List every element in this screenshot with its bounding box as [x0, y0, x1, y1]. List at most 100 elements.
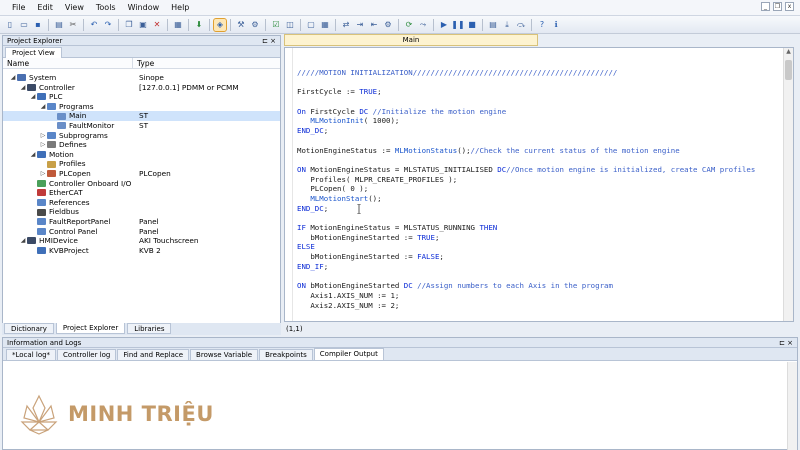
info-icon[interactable]: ℹ	[550, 19, 562, 31]
menu-file[interactable]: File	[6, 3, 31, 12]
login-icon[interactable]: ⇥	[354, 19, 366, 31]
tab-project-view[interactable]: Project View	[5, 47, 62, 58]
frame-icon[interactable]: ▤	[487, 19, 499, 31]
paste-icon[interactable]: ▣	[137, 19, 149, 31]
tree-item[interactable]: Controller Onboard I/O	[3, 179, 280, 189]
delete-icon[interactable]: ✕	[151, 19, 163, 31]
save-icon[interactable]: ▪	[32, 19, 44, 31]
play-icon[interactable]: ▶	[438, 19, 450, 31]
tree-item[interactable]: References	[3, 198, 280, 208]
logout-icon[interactable]: ⇤	[368, 19, 380, 31]
tree-item[interactable]: ◢ Controller [127.0.0.1] PDMM or PCMM	[3, 83, 280, 93]
copy-icon[interactable]: ❐	[123, 19, 135, 31]
scroll-up-icon[interactable]: ▲	[784, 48, 793, 58]
panel-pin-close[interactable]: ⊏ ×	[262, 36, 276, 46]
left-tab[interactable]: Libraries	[127, 323, 172, 334]
menu-edit[interactable]: Edit	[31, 3, 59, 12]
tree-item[interactable]: Fieldbus	[3, 207, 280, 217]
tree-item[interactable]: Control Panel Panel	[3, 227, 280, 237]
tree-item[interactable]: ◢ System Sinope	[3, 73, 280, 83]
run-icon[interactable]: ⟳	[403, 19, 415, 31]
tree-item[interactable]: ◢ HMIDevice AKI Touchscreen	[3, 236, 280, 246]
stop-icon[interactable]: ■	[466, 19, 478, 31]
monitor-icon[interactable]: ▢	[305, 19, 317, 31]
menu-view[interactable]: View	[59, 3, 90, 12]
menu-help[interactable]: Help	[165, 3, 195, 12]
menu-window[interactable]: Window	[122, 3, 166, 12]
tree-item-label: Defines	[59, 140, 87, 150]
restore-icon[interactable]: ❐	[773, 2, 782, 11]
info-tab[interactable]: *Local log*	[6, 349, 57, 360]
tree-expander-icon[interactable]: ▷	[39, 169, 47, 179]
tree-expander-icon[interactable]: ▷	[39, 131, 47, 141]
tree-item[interactable]: EtherCAT	[3, 188, 280, 198]
close-icon[interactable]: x	[785, 2, 794, 11]
print-icon[interactable]: ▤	[53, 19, 65, 31]
info-panel-pin-close[interactable]: ⊏ ×	[779, 338, 793, 348]
connect-icon[interactable]: ⇄	[340, 19, 352, 31]
column-type[interactable]: Type	[133, 58, 154, 68]
tree-expander-icon[interactable]: ◢	[19, 236, 27, 246]
config-icon[interactable]: ⚙	[249, 19, 261, 31]
tree-item[interactable]: Profiles	[3, 159, 280, 169]
build-icon[interactable]: ▦	[172, 19, 184, 31]
undo-icon[interactable]: ↶	[88, 19, 100, 31]
split-icon[interactable]: ◫	[284, 19, 296, 31]
column-name[interactable]: Name	[3, 58, 133, 68]
new-icon[interactable]: ▯	[4, 19, 16, 31]
tree-expander-icon[interactable]: ◢	[9, 73, 17, 83]
tree-item-type: [127.0.0.1] PDMM or PCMM	[139, 82, 239, 92]
info-panel-scrollbar[interactable]	[787, 362, 797, 450]
info-tab[interactable]: Browse Variable	[190, 349, 259, 360]
check-icon[interactable]: ☑	[270, 19, 282, 31]
tree-expander-icon[interactable]: ◢	[19, 83, 27, 93]
tree-expander-icon[interactable]: ◢	[39, 102, 47, 112]
tree-item[interactable]: ◢ Motion	[3, 150, 280, 160]
settings-icon[interactable]: ⚙	[382, 19, 394, 31]
help-icon[interactable]: ?	[536, 19, 548, 31]
lotus-logo-icon	[20, 394, 58, 435]
download-icon[interactable]: ⬇	[193, 19, 205, 31]
step-over-icon[interactable]: ⤼	[515, 19, 527, 31]
tree-expander-icon[interactable]: ◢	[29, 92, 37, 102]
tree-item[interactable]: ◢ Programs	[3, 102, 280, 112]
info-tab[interactable]: Breakpoints	[259, 349, 313, 360]
pause-icon[interactable]: ❚❚	[451, 19, 464, 31]
tree-item[interactable]: ▷ PLCopen PLCopen	[3, 169, 280, 179]
tree-expander-icon[interactable]: ▷	[39, 140, 47, 150]
info-tab[interactable]: Compiler Output	[313, 348, 384, 360]
tree-item[interactable]: FaultReportPanel Panel	[3, 217, 280, 227]
tree-item-type: PLCopen	[139, 168, 171, 178]
info-tab[interactable]: Find and Replace	[117, 349, 190, 360]
code-editor[interactable]: /////MOTION INITIALIZATION//////////////…	[284, 47, 794, 322]
tree-item[interactable]: KVBProject KVB 2	[3, 246, 280, 256]
tree-expander-icon[interactable]: ◢	[29, 150, 37, 160]
debug-icon[interactable]: ◈	[213, 17, 227, 32]
tree-item[interactable]: ◢ PLC	[3, 92, 280, 102]
code-lines: /////MOTION INITIALIZATION//////////////…	[297, 68, 755, 310]
redo-icon[interactable]: ↷	[102, 19, 114, 31]
code-token: bMotionEngineStarted :=	[297, 232, 418, 242]
open-icon[interactable]: ▭	[18, 19, 30, 31]
scroll-thumb[interactable]	[785, 60, 792, 80]
editor-vertical-scrollbar[interactable]: ▲	[783, 48, 793, 321]
left-tab[interactable]: Project Explorer	[55, 323, 126, 334]
tools-icon[interactable]: ⚒	[235, 19, 247, 31]
cut-icon[interactable]: ✂	[67, 19, 79, 31]
left-tab[interactable]: Dictionary	[4, 323, 54, 334]
code-line: FirstCycle := TRUE;	[297, 87, 755, 97]
step-into-icon[interactable]: ⤓	[501, 19, 513, 31]
grid-icon[interactable]: ▦	[319, 19, 331, 31]
tree-item[interactable]: FaultMonitor ST	[3, 121, 280, 131]
menu-tools[interactable]: Tools	[90, 3, 122, 12]
tree-item[interactable]: ▷ Subprograms	[3, 131, 280, 141]
tree-node-icon	[47, 170, 56, 178]
step-icon[interactable]: ⤳	[417, 19, 429, 31]
info-tab[interactable]: Controller log	[57, 349, 117, 360]
tree-item[interactable]: ▷ Defines	[3, 140, 280, 150]
tab-main-editor[interactable]: Main	[284, 34, 538, 46]
minimize-icon[interactable]: _	[761, 2, 770, 11]
tree-item[interactable]: Main ST	[3, 111, 280, 121]
tree-item-label: KVBProject	[49, 245, 89, 255]
